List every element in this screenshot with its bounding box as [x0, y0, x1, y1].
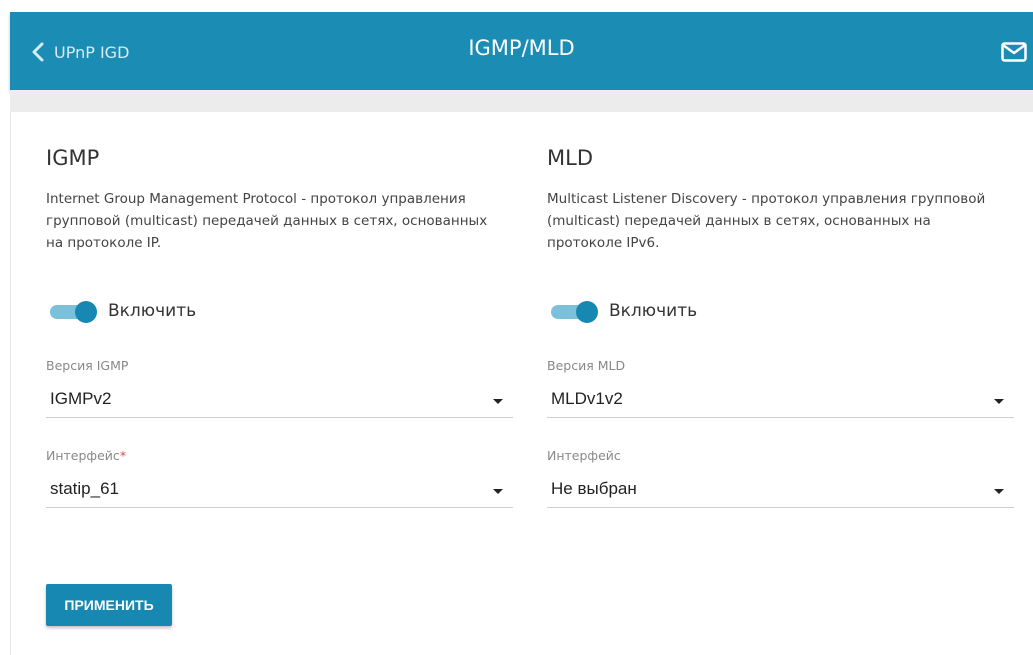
mld-version-value: MLDv1v2 [551, 389, 623, 408]
igmp-interface-field: Интерфейс* statip_61 [46, 448, 513, 508]
mld-version-label: Версия MLD [547, 358, 626, 373]
igmp-interface-label: Интерфейс [46, 448, 120, 463]
igmp-version-value: IGMPv2 [50, 389, 112, 408]
mail-button[interactable] [1001, 42, 1027, 66]
mld-enable-label: Включить [609, 301, 698, 321]
igmp-description: Internet Group Management Protocol - про… [46, 191, 488, 251]
required-mark: * [119, 448, 127, 463]
mail-icon [1001, 42, 1027, 62]
toggle-knob [75, 301, 97, 323]
mld-enable-toggle[interactable] [551, 300, 598, 323]
page-title: IGMP/MLD [468, 36, 575, 60]
mld-version-select[interactable]: MLDv1v2 [547, 383, 1014, 418]
igmp-version-select[interactable]: IGMPv2 [46, 383, 513, 418]
igmp-title: IGMP [46, 146, 100, 170]
toggle-knob [576, 301, 598, 323]
igmp-interface-select[interactable]: statip_61 [46, 473, 513, 508]
caret-down-icon [994, 399, 1004, 404]
igmp-interface-value: statip_61 [50, 479, 119, 498]
content-panel: IGMP Internet Group Management Protocol … [10, 112, 1033, 655]
mld-interface-select[interactable]: Не выбран [547, 473, 1014, 508]
caret-down-icon [493, 489, 503, 494]
mld-enable-row: Включить [551, 300, 698, 323]
mld-interface-value: Не выбран [551, 479, 637, 498]
igmp-interface-label-wrap: Интерфейс* [46, 448, 513, 463]
mld-interface-label: Интерфейс [547, 448, 621, 463]
sub-bar [10, 90, 1033, 113]
mld-description: Multicast Listener Discovery - протокол … [547, 191, 986, 251]
mld-title: MLD [547, 146, 593, 170]
caret-down-icon [493, 399, 503, 404]
igmp-version-field: Версия IGMP IGMPv2 [46, 358, 513, 418]
igmp-enable-toggle[interactable] [50, 300, 97, 323]
top-bar: UPnP IGD IGMP/MLD [10, 12, 1033, 90]
igmp-enable-row: Включить [50, 300, 197, 323]
mld-version-field: Версия MLD MLDv1v2 [547, 358, 1014, 418]
igmp-enable-label: Включить [108, 301, 197, 321]
mld-interface-field: Интерфейс Не выбран [547, 448, 1014, 508]
igmp-version-label: Версия IGMP [46, 358, 129, 373]
apply-button[interactable]: ПРИМЕНИТЬ [46, 584, 172, 626]
caret-down-icon [994, 489, 1004, 494]
